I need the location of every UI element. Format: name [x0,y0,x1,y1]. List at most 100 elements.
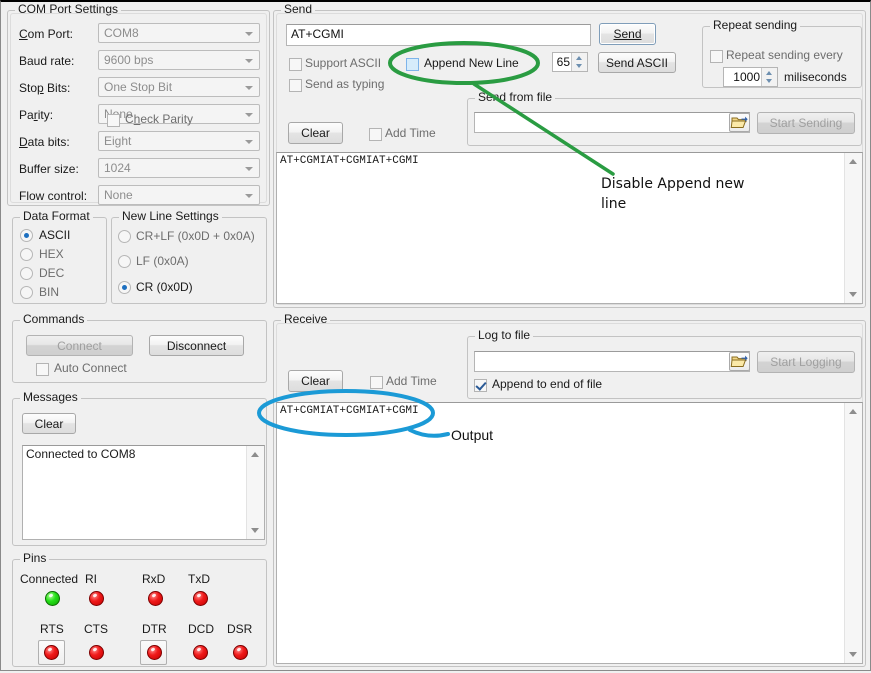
pin-ri-label: RI [85,572,97,586]
radio-cr-label: CR (0x0D) [136,280,193,294]
radio-dec[interactable] [20,267,33,280]
radio-hex[interactable] [20,248,33,261]
scroll-up-icon[interactable] [845,153,862,170]
messages-scrollbar[interactable] [246,446,264,539]
chevron-down-icon [245,113,253,117]
start-logging-button[interactable]: Start Logging [757,351,855,373]
repeat-interval-stepper[interactable]: 1000 [723,67,778,87]
chevron-down-icon [245,167,253,171]
com-port-select[interactable]: COM8 [98,23,260,43]
connect-button[interactable]: Connect [26,335,133,356]
receive-output-text: AT+CGMIAT+CGMIAT+CGMI [280,405,844,418]
append-new-line-checkbox[interactable] [406,58,419,71]
open-folder-icon [730,353,749,370]
parity-label: Parity: [19,108,53,122]
scroll-down-icon[interactable] [247,522,264,539]
chevron-down-icon [245,194,253,198]
pin-txd-led [193,591,208,606]
flow-control-label: Flow control: [19,189,87,203]
auto-connect-label: Auto Connect [54,361,127,375]
chevron-down-icon [245,140,253,144]
append-new-line-label: Append New Line [424,56,519,70]
radio-crlf-label: CR+LF (0x0D + 0x0A) [136,229,255,243]
log-to-file-browse-button[interactable] [729,352,750,371]
log-to-file-path-input[interactable] [474,351,750,372]
radio-lf[interactable] [118,255,131,268]
radio-crlf[interactable] [118,230,131,243]
messages-clear-label: Clear [35,417,64,431]
pin-connected-led [45,591,60,606]
receive-output-scrollbar[interactable] [844,403,862,663]
baud-rate-select[interactable]: 9600 bps [98,50,260,70]
spinner-up-icon [576,56,582,60]
data-bits-value: Eight [104,134,131,148]
ascii-code-spin-buttons[interactable] [571,53,587,71]
start-sending-button[interactable]: Start Sending [757,112,855,134]
com-port-label: Com Port: [19,27,73,41]
receive-output-area[interactable]: AT+CGMIAT+CGMIAT+CGMI [276,402,863,664]
flow-control-select[interactable]: None [98,185,260,205]
pin-rxd-label: RxD [142,572,165,586]
connect-button-label: Connect [57,339,102,353]
buffer-size-select[interactable]: 1024 [98,158,260,178]
send-output-area[interactable]: AT+CGMIAT+CGMIAT+CGMI [276,152,863,304]
radio-lf-label: LF (0x0A) [136,254,189,268]
send-add-time-label: Add Time [385,126,436,140]
scroll-up-icon[interactable] [845,403,862,420]
pin-rxd-led [148,591,163,606]
stop-bits-label: Stop Bits: [19,81,70,95]
pin-ri-led [89,591,104,606]
disconnect-button-label: Disconnect [167,339,226,353]
radio-bin[interactable] [20,286,33,299]
radio-hex-label: HEX [39,247,64,261]
support-ascii-checkbox[interactable] [289,58,302,71]
scroll-down-icon[interactable] [845,286,862,303]
send-output-scrollbar[interactable] [844,153,862,303]
messages-log-area[interactable]: Connected to COM8 [22,445,265,540]
check-parity-checkbox[interactable] [107,114,120,127]
append-to-end-checkbox[interactable] [474,379,487,392]
commands-title: Commands [20,313,87,325]
scroll-up-icon[interactable] [247,446,264,463]
auto-connect-checkbox[interactable] [36,363,49,376]
send-ascii-button[interactable]: Send ASCII [598,52,676,73]
disconnect-button[interactable]: Disconnect [149,335,244,356]
stop-bits-select[interactable]: One Stop Bit [98,77,260,97]
send-as-typing-label: Send as typing [305,77,384,91]
spinner-down-icon [576,64,582,68]
receive-clear-label: Clear [301,374,330,388]
scroll-down-icon[interactable] [845,646,862,663]
pin-rts-label: RTS [40,622,64,636]
send-button[interactable]: Send [599,23,656,45]
receive-add-time-checkbox[interactable] [370,376,383,389]
baud-rate-value: 9600 bps [104,53,153,67]
flow-control-value: None [104,188,133,202]
radio-ascii[interactable] [20,229,33,242]
append-to-end-label: Append to end of file [492,377,602,391]
repeat-sending-checkbox[interactable] [710,50,723,63]
chevron-down-icon [245,86,253,90]
send-clear-button[interactable]: Clear [288,122,343,144]
chevron-down-icon [245,59,253,63]
send-add-time-checkbox[interactable] [369,128,382,141]
send-clear-label: Clear [301,126,330,140]
repeat-interval-spin-buttons[interactable] [761,68,777,86]
receive-clear-button[interactable]: Clear [288,370,343,392]
repeat-sending-label: Repeat sending every [726,48,843,62]
pin-dsr-label: DSR [227,622,252,636]
send-from-file-browse-button[interactable] [729,113,750,132]
data-bits-select[interactable]: Eight [98,131,260,151]
ascii-code-stepper[interactable]: 65 [552,52,588,72]
check-parity-label: Check Parity [125,112,193,126]
pin-dtr-label: DTR [142,622,167,636]
radio-cr[interactable] [118,281,131,294]
messages-clear-button[interactable]: Clear [22,413,76,434]
send-as-typing-checkbox[interactable] [289,79,302,92]
green-annotation-text: Disable Append new line [601,174,761,214]
pin-cts-label: CTS [84,622,108,636]
send-from-file-path-input[interactable] [474,112,750,133]
send-command-input[interactable]: AT+CGMI [286,24,591,46]
send-button-label: Send [613,27,641,41]
data-format-title: Data Format [20,210,93,222]
com-port-value: COM8 [104,26,139,40]
